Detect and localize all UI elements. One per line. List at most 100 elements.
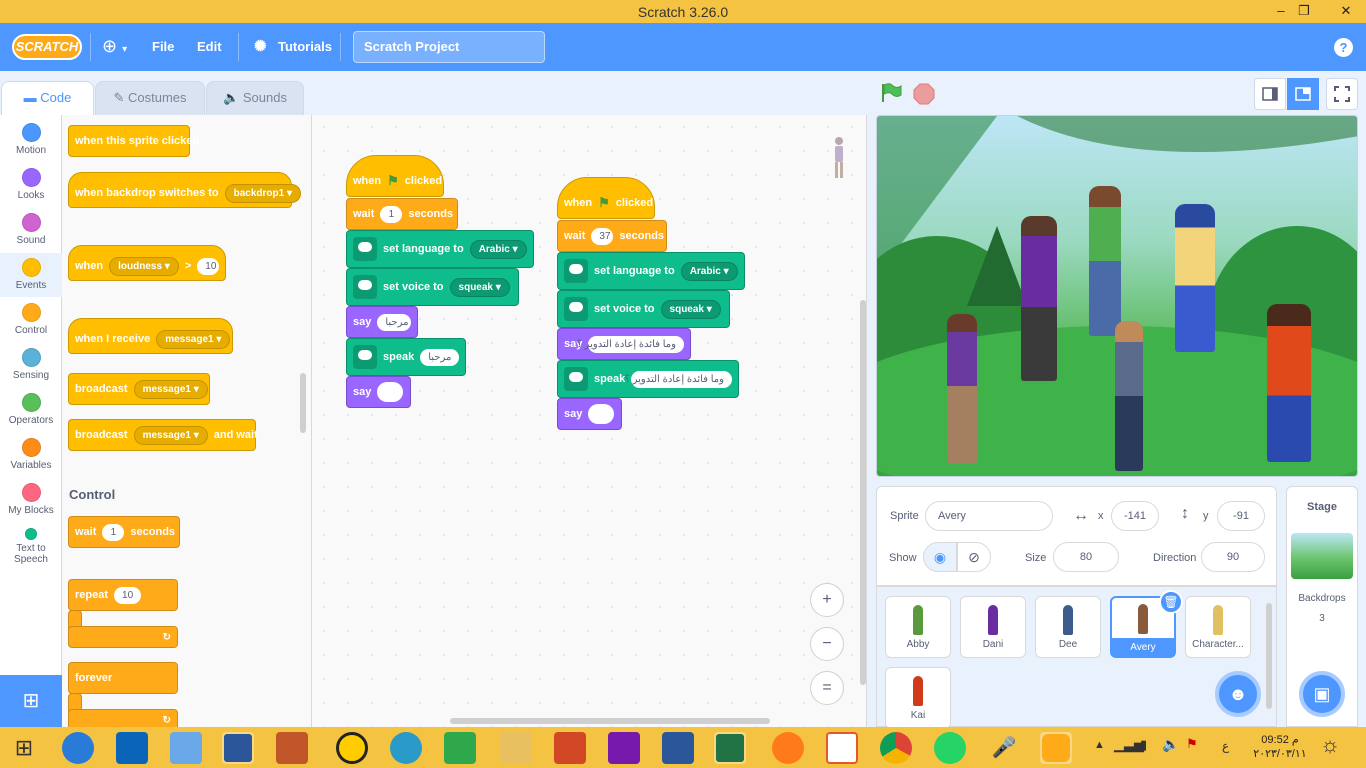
- broadcast-dropdown[interactable]: message1 ▾: [133, 379, 208, 399]
- message-dropdown[interactable]: message1 ▾: [156, 329, 231, 349]
- script2-set-language-block[interactable]: set language to Arabic ▾: [557, 252, 745, 290]
- windows-start-icon[interactable]: ⊞: [8, 732, 40, 764]
- category-looks[interactable]: Looks: [0, 168, 62, 201]
- zoom-reset-button[interactable]: =: [810, 671, 844, 705]
- word-icon[interactable]: [662, 732, 694, 764]
- stage-selector[interactable]: Stage Backdrops 3 ▣: [1286, 486, 1358, 727]
- scratch-logo[interactable]: SCRATCH: [12, 34, 82, 60]
- clock[interactable]: 09:52 م ٢٠٢٣/٠٣/١١: [1250, 733, 1310, 761]
- script2-speak-block[interactable]: speak وما فائدة إعادة التدوير ؟: [557, 360, 739, 398]
- workspace-vertical-scrollbar[interactable]: [860, 300, 866, 685]
- size-input[interactable]: 80: [1053, 542, 1119, 572]
- tab-sounds[interactable]: 🔈 Sounds: [206, 81, 304, 115]
- script1-set-language-block[interactable]: set language to Arabic ▾: [346, 230, 534, 268]
- palette-block-forever[interactable]: forever: [68, 662, 178, 694]
- firefox-icon[interactable]: [772, 732, 804, 764]
- input-language[interactable]: ع: [1222, 739, 1229, 753]
- script1-language-dropdown[interactable]: Arabic ▾: [469, 239, 527, 259]
- loudness-dropdown[interactable]: loudness ▾: [109, 256, 179, 276]
- y-input[interactable]: -91: [1217, 501, 1265, 531]
- script2-when-flag-clicked[interactable]: when ⚑ clicked: [557, 177, 655, 219]
- excel-icon[interactable]: [714, 732, 746, 764]
- workspace-horizontal-scrollbar[interactable]: [450, 718, 770, 724]
- zoom-out-button[interactable]: −: [810, 627, 844, 661]
- repeat-input[interactable]: 10: [114, 586, 142, 604]
- sprite-thumb-character[interactable]: Character...: [1185, 596, 1251, 658]
- palette-block-when-backdrop-switches[interactable]: when backdrop switches to backdrop1 ▾: [68, 172, 302, 208]
- show-hidden-icon[interactable]: ⊘: [957, 542, 991, 572]
- project-title-input[interactable]: Scratch Project: [353, 31, 545, 63]
- paint-app-icon[interactable]: [276, 732, 308, 764]
- onenote-icon[interactable]: [608, 732, 640, 764]
- help-icon[interactable]: ?: [1334, 38, 1353, 57]
- sprite-character[interactable]: [1175, 204, 1215, 352]
- green-flag-icon[interactable]: [880, 83, 902, 103]
- add-sprite-button[interactable]: ☻: [1215, 671, 1261, 717]
- triangle-app-icon[interactable]: [336, 732, 368, 764]
- brightness-icon[interactable]: ☼: [1320, 732, 1340, 758]
- palette-block-broadcast-and-wait[interactable]: broadcast message1 ▾ and wait: [68, 419, 258, 451]
- sprite-thumb-kai[interactable]: Kai: [885, 667, 951, 729]
- category-events[interactable]: Events: [0, 253, 62, 297]
- direction-input[interactable]: 90: [1201, 542, 1265, 572]
- maximize-button[interactable]: ❐: [1287, 0, 1321, 23]
- broadcast-wait-dropdown[interactable]: message1 ▾: [133, 425, 208, 445]
- script1-speak-input[interactable]: مرحبا: [420, 348, 459, 366]
- tab-costumes[interactable]: ✎ Costumes: [95, 81, 205, 115]
- script1-when-flag-clicked[interactable]: when ⚑ clicked: [346, 155, 444, 197]
- wait-input[interactable]: 1: [102, 523, 125, 541]
- category-text-to-speech[interactable]: Text to Speech: [0, 528, 62, 565]
- script2-voice-dropdown[interactable]: squeak ▾: [660, 299, 721, 319]
- sprite-thumb-dani[interactable]: Dani: [960, 596, 1026, 658]
- script2-say2-block[interactable]: say: [557, 398, 622, 430]
- battery-icon[interactable]: ▮: [1140, 737, 1147, 753]
- x-input[interactable]: -141: [1111, 501, 1159, 531]
- script1-say2-input[interactable]: [377, 382, 404, 402]
- word-active-icon[interactable]: [222, 732, 254, 764]
- script2-language-dropdown[interactable]: Arabic ▾: [680, 261, 738, 281]
- script-workspace[interactable]: when ⚑ clicked wait 1 seconds set language t…: [312, 115, 867, 727]
- volume-icon[interactable]: 🔈: [1162, 736, 1179, 753]
- add-extension-button[interactable]: ⊞: [0, 675, 62, 727]
- powerpoint-icon[interactable]: [554, 732, 586, 764]
- category-sound[interactable]: Sound: [0, 213, 62, 246]
- tab-code[interactable]: ▬ Code: [1, 81, 94, 115]
- tray-chevron-icon[interactable]: ▲: [1094, 739, 1105, 751]
- category-variables[interactable]: Variables: [0, 438, 62, 471]
- file-menu[interactable]: File: [152, 39, 174, 54]
- script2-set-voice-block[interactable]: set voice to squeak ▾: [557, 290, 730, 328]
- loudness-input[interactable]: 10: [197, 257, 220, 275]
- script1-say2-block[interactable]: say: [346, 376, 411, 408]
- globe-app-icon[interactable]: [390, 732, 422, 764]
- fullscreen-icon[interactable]: [1326, 78, 1358, 110]
- sprite-thumb-dee[interactable]: Dee: [1035, 596, 1101, 658]
- script2-say-block[interactable]: say وما فائدة إعادة التدوير ؟: [557, 328, 691, 360]
- category-operators[interactable]: Operators: [0, 393, 62, 426]
- chrome-icon[interactable]: [880, 732, 912, 764]
- globe-icon[interactable]: ⊕ ▾: [102, 36, 127, 57]
- sprite-dani[interactable]: [1021, 216, 1057, 381]
- microphone-icon[interactable]: 🎤: [988, 732, 1020, 764]
- stage-canvas[interactable]: [876, 115, 1358, 477]
- category-control[interactable]: Control: [0, 303, 62, 336]
- script2-wait-block[interactable]: wait 37 seconds: [557, 220, 667, 252]
- script1-say-block[interactable]: say مرحبا: [346, 306, 418, 338]
- script1-wait-input[interactable]: 1: [380, 205, 403, 223]
- script1-speak-block[interactable]: speak مرحبا: [346, 338, 466, 376]
- palette-block-wait[interactable]: wait 1 seconds: [68, 516, 180, 548]
- category-motion[interactable]: Motion: [0, 123, 62, 156]
- script2-wait-input[interactable]: 37: [591, 227, 614, 245]
- internet-explorer-icon[interactable]: [62, 732, 94, 764]
- script2-say2-input[interactable]: [588, 404, 615, 424]
- script2-say-input[interactable]: وما فائدة إعادة التدوير ؟: [577, 335, 684, 353]
- file-explorer-icon[interactable]: [500, 732, 532, 764]
- normal-stage-button[interactable]: [1287, 78, 1319, 110]
- scratch-taskbar-icon[interactable]: [1040, 732, 1072, 764]
- edit-menu[interactable]: Edit: [197, 39, 222, 54]
- sprite-list-scrollbar[interactable]: [1266, 603, 1272, 709]
- app-k-icon[interactable]: [826, 732, 858, 764]
- action-center-icon[interactable]: ⚑: [1186, 736, 1198, 752]
- script1-say-input[interactable]: مرحبا: [377, 313, 411, 331]
- sprite-abby[interactable]: [1089, 186, 1121, 336]
- palette-block-broadcast[interactable]: broadcast message1 ▾: [68, 373, 210, 405]
